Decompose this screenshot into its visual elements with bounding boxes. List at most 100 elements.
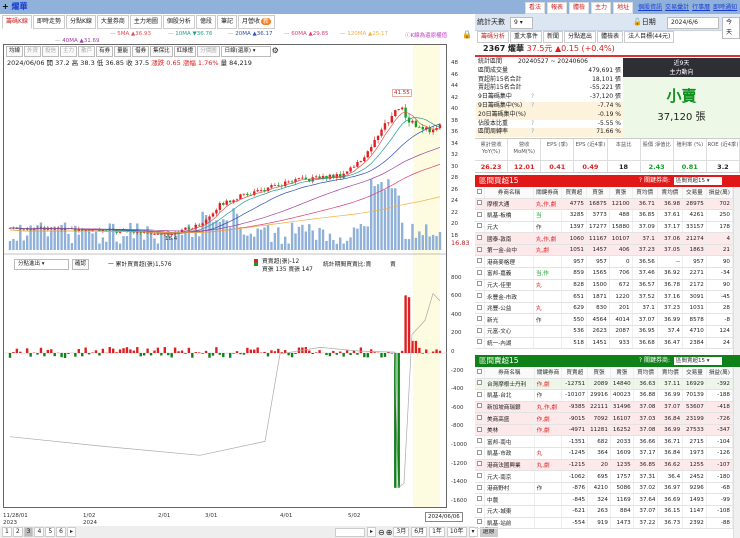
lock-icon[interactable]: 🔒 (462, 30, 472, 39)
table-row[interactable]: 元富-文心 536 2623 2087 36.95 37.4 4710 124 (475, 325, 733, 338)
range-3月[interactable]: 3月 (393, 527, 410, 537)
row-checkbox[interactable] (477, 293, 482, 299)
table-row[interactable]: 凱基-台北作 -10107 29916 40023 36.88 36.99 70139 -18… (475, 389, 733, 402)
table-row[interactable]: 港商法國興業 丸,劇 -1215 20 1235 36.85 36.62 1255 -107 (475, 459, 733, 472)
column-header[interactable]: 賣張 (609, 187, 633, 199)
action-button-1[interactable]: 報表 (547, 2, 568, 14)
table-row[interactable]: 台灣摩根士丹利 作,劇 -12751 2089 14840 36.63 37.11 16929… (475, 378, 733, 391)
column-header[interactable]: 交易量 (682, 187, 707, 199)
column-header[interactable]: 交易量 (682, 367, 707, 379)
column-header[interactable]: 關鍵券商 (533, 187, 562, 199)
zoom-in-icon[interactable]: ⊕ (386, 528, 393, 537)
buy-table-scrollbar[interactable] (733, 187, 740, 355)
column-header[interactable]: 買賣超 (561, 367, 589, 379)
table-row[interactable]: 富邦-南屯 -1351 682 2033 36.66 36.71 2715 -104 (475, 435, 733, 449)
table-row[interactable]: 港商麥格理 957 957 0 36.56 -- 957 90 (475, 255, 733, 269)
page-4[interactable]: 4 (34, 527, 45, 537)
row-checkbox[interactable] (477, 223, 482, 229)
row-checkbox[interactable] (477, 211, 482, 217)
row-checkbox[interactable] (477, 461, 482, 467)
table-row[interactable]: 新光作 550 4564 4014 37.07 36.99 8578 -8 (475, 313, 733, 327)
table-row[interactable]: 凱基-市政丸 -1245 364 1609 37.17 36.84 1973 -126 (475, 447, 733, 460)
row-checkbox[interactable] (477, 281, 482, 287)
column-header[interactable]: 買張 (586, 187, 610, 199)
row-checkbox[interactable] (477, 258, 482, 264)
jump-input[interactable] (335, 527, 365, 537)
table-row[interactable]: 中農 -845 324 1169 37.64 36.69 1493 -99 (475, 493, 733, 507)
table-row[interactable]: 第一金-台中 丸,劇 1051 1457 406 37.23 37.05 1863 21 (475, 244, 733, 257)
row-checkbox[interactable] (477, 403, 482, 409)
ma-legend-60MA[interactable]: — 60MA ▲29.85 (284, 31, 329, 37)
table-row[interactable]: 元大作 1397 17277 15880 37.09 37.17 33157 178 (475, 221, 733, 234)
table-row[interactable]: 美林 作,劇 -4971 11281 16252 37.08 36.99 27533 -347 (475, 424, 733, 437)
ma-legend-120MA[interactable]: — 120MA ▲25.17 (340, 31, 388, 37)
column-header[interactable]: 買賣超 (561, 187, 587, 199)
action-button-3[interactable]: 主力 (591, 2, 612, 14)
column-header[interactable]: 賣張 (610, 367, 634, 379)
row-checkbox[interactable] (477, 496, 482, 502)
row-checkbox[interactable] (477, 304, 482, 310)
link-3[interactable]: 即時通知 (713, 4, 737, 11)
column-header[interactable]: 券商名稱 (484, 187, 534, 199)
sell-table-select[interactable]: 區間賣超15 ▾ (674, 357, 722, 365)
column-header[interactable]: 買均價 (633, 367, 659, 379)
column-header[interactable]: 賣均價 (657, 367, 684, 379)
row-checkbox[interactable] (477, 269, 482, 275)
table-row[interactable]: 富邦-嘉義 当,作 859 1565 706 37.46 36.92 2271 -34 (475, 267, 733, 280)
row-checkbox[interactable] (477, 473, 482, 479)
select-all-checkbox[interactable] (477, 368, 482, 374)
row-checkbox[interactable] (477, 327, 482, 333)
column-header[interactable]: 買均價 (632, 187, 658, 199)
table-row[interactable]: 元大-城東 -621 263 884 37.07 36.15 1147 -108 (475, 505, 733, 518)
page-5[interactable]: 5 (45, 527, 56, 537)
table-row[interactable]: 凱基-板橋当 3285 3773 488 36.85 37.61 4261 250 (475, 209, 733, 222)
page-2[interactable]: 2 (12, 527, 23, 537)
row-checkbox[interactable] (477, 415, 482, 421)
ma-legend-5MA[interactable]: — 5MA ▲36.93 (110, 31, 151, 37)
link-2[interactable]: 行事曆 (692, 4, 710, 11)
days-select[interactable]: 9 ▾ (510, 17, 533, 29)
row-checkbox[interactable] (477, 426, 482, 432)
action-button-0[interactable]: 看法 (525, 2, 546, 14)
range-10年[interactable]: 10年 (446, 527, 467, 537)
row-checkbox[interactable] (477, 519, 482, 525)
ma-legend-40MA[interactable]: — 40MA ▲31.69 (55, 38, 100, 44)
page-6[interactable]: 6 (56, 527, 66, 537)
row-checkbox[interactable] (477, 484, 482, 490)
column-header[interactable]: 損益(萬) (706, 187, 733, 199)
row-checkbox[interactable] (477, 391, 482, 397)
link-1[interactable]: 交易彙計 (665, 4, 689, 11)
row-checkbox[interactable] (477, 380, 482, 386)
link-0[interactable]: 個股資訊 (638, 4, 662, 11)
table-row[interactable]: 凱基-站前 -554 919 1473 37.22 36.73 2392 -88 (475, 517, 733, 530)
table-row[interactable]: 摩根大通 丸,作,劇 4775 16875 12100 36.71 36.98 28975 70… (475, 198, 733, 211)
range-1年[interactable]: 1年 (429, 527, 445, 537)
today-button[interactable]: 今天 (722, 17, 740, 39)
column-header[interactable]: 關鍵券商 (534, 367, 563, 379)
buy-table-select[interactable]: 區間買超15 ▾ (674, 177, 722, 185)
table-row[interactable]: 元大-佳里丸 828 1500 672 36.57 36.78 2172 90 (475, 279, 733, 292)
confirm-button[interactable]: 確認 (72, 259, 90, 270)
row-checkbox[interactable] (477, 339, 482, 345)
page-3[interactable]: 3 (23, 527, 34, 537)
column-header[interactable]: 損益(萬) (706, 367, 733, 379)
zoom-out-icon[interactable]: ⊖ (378, 528, 385, 537)
row-checkbox[interactable] (477, 438, 482, 444)
page-1[interactable]: 1 (2, 527, 12, 537)
row-checkbox[interactable] (477, 507, 482, 513)
row-checkbox[interactable] (477, 449, 482, 455)
select-all-checkbox[interactable] (477, 188, 482, 194)
table-row[interactable]: 美商高盛 作,劇 -9015 7092 16107 37.03 36.84 23199 -726 (475, 412, 733, 425)
table-row[interactable]: 新加坡商瑞銀 丸,作,劇 -9385 22111 31496 37.08 37.07 5360… (475, 401, 733, 414)
ma-legend-10MA[interactable]: — 10MA ▼36.76 (168, 31, 213, 37)
table-row[interactable]: 國泰-敦南 丸,作,劇 1060 11167 10107 37.1 37.06 21274 4 (475, 232, 733, 245)
column-header[interactable]: 買張 (587, 367, 611, 379)
row-checkbox[interactable] (477, 246, 482, 252)
table-row[interactable]: 統一-內湖 518 1451 933 36.68 36.47 2384 24 (475, 337, 733, 350)
row-checkbox[interactable] (477, 316, 482, 322)
date-input[interactable]: 2024/6/6 (667, 17, 719, 29)
action-button-4[interactable]: 地址 (613, 2, 634, 14)
action-button-2[interactable]: 體檢 (569, 2, 590, 14)
page-▸[interactable]: ▸ (66, 527, 76, 537)
column-header[interactable]: 券商名稱 (484, 367, 535, 379)
